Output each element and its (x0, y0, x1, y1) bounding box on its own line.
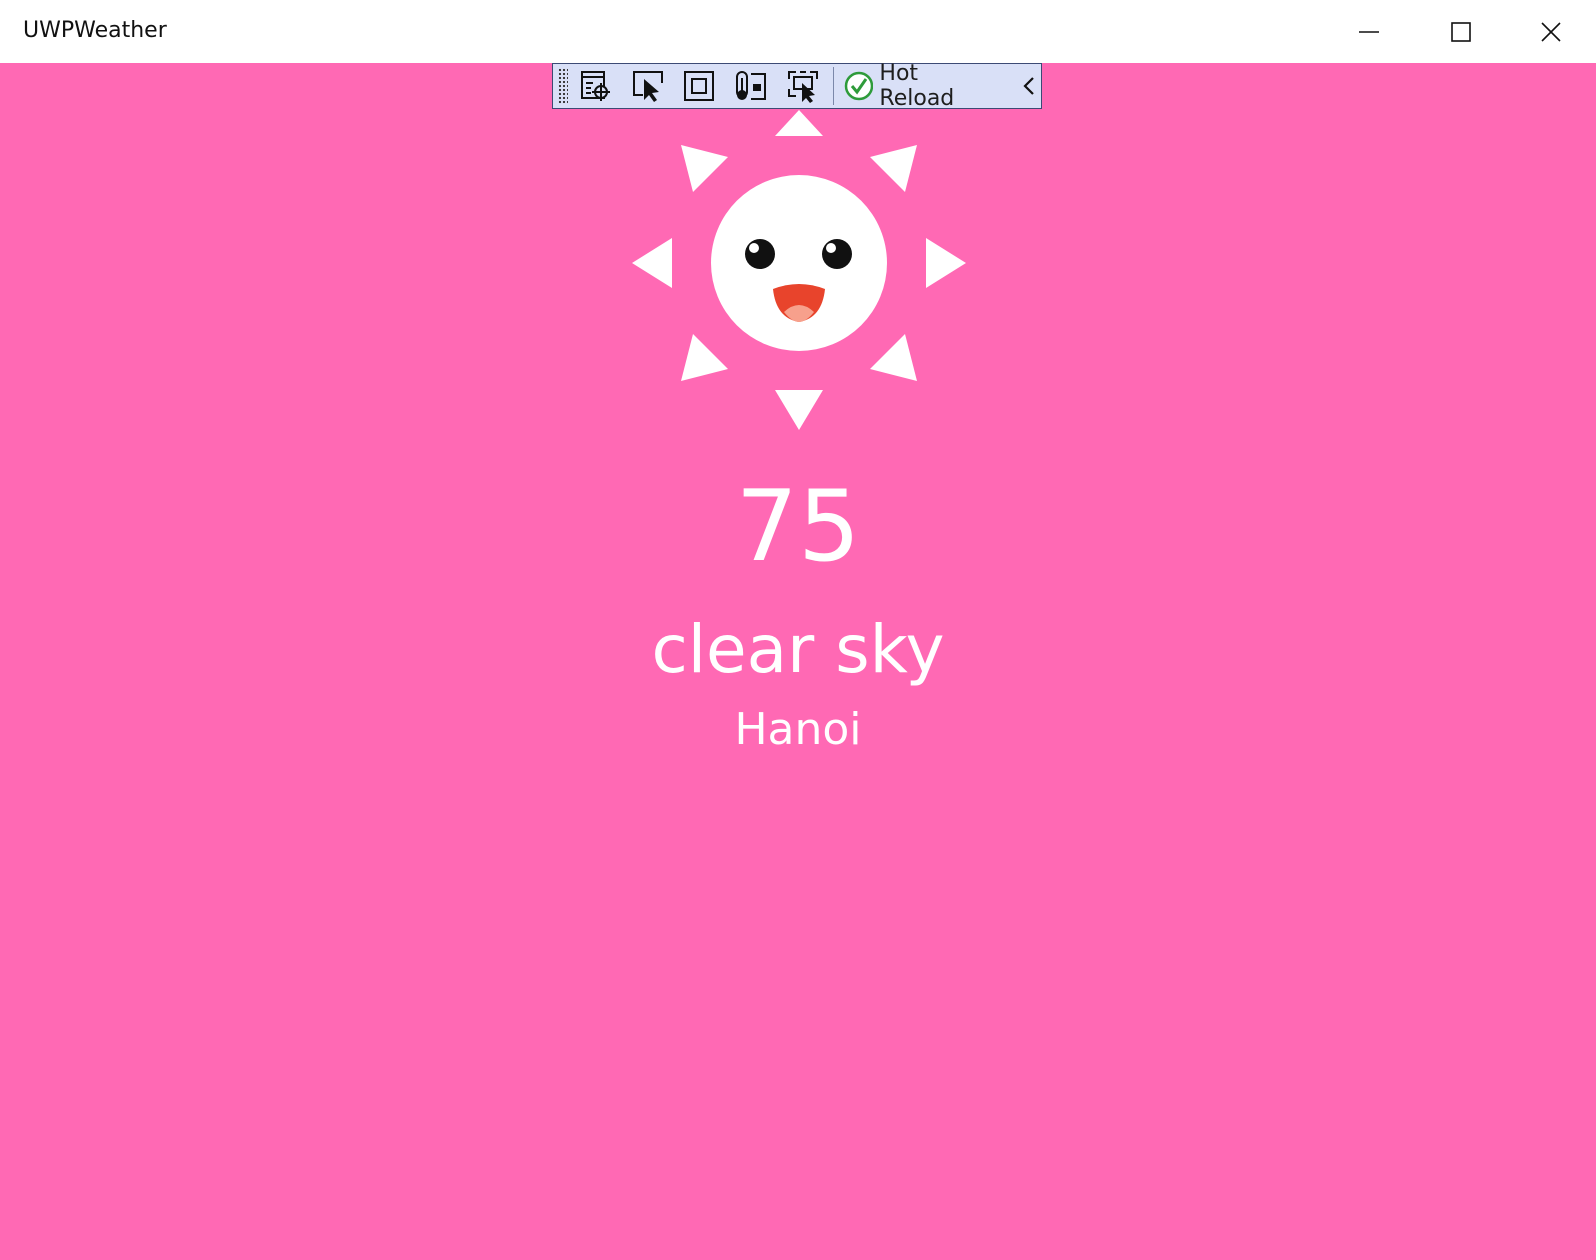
preview-selection-icon (787, 71, 818, 103)
checkmark-icon (844, 71, 873, 101)
sun-ray-right (926, 238, 966, 288)
sun-ray-bottom-left (681, 334, 728, 381)
sun-ray-top (775, 110, 823, 136)
xaml-debug-toolbar: Hot Reload (552, 61, 1042, 111)
hot-reload-button[interactable]: Hot Reload (844, 61, 1000, 111)
hot-reload-label: Hot Reload (879, 61, 955, 111)
track-focused-element-button[interactable] (729, 66, 773, 106)
display-layout-adorners-icon (684, 71, 715, 101)
right-eye (822, 239, 852, 269)
left-eye (745, 239, 775, 269)
track-focused-element-icon (736, 71, 766, 100)
weather-description: clear sky (651, 611, 945, 688)
select-element-button[interactable] (626, 66, 670, 106)
sun-ray-bottom (775, 390, 823, 430)
temperature-value: 75 (735, 470, 861, 584)
chevron-left-icon (1023, 77, 1034, 95)
live-visual-tree-icon (580, 71, 610, 101)
city-name: Hanoi (734, 704, 862, 755)
select-element-icon (632, 71, 663, 102)
sun-ray-top-right (870, 145, 917, 192)
preview-selection-button[interactable] (781, 66, 825, 106)
toolbar-separator (832, 67, 834, 105)
sun-ray-bottom-right (870, 334, 917, 381)
sun-ray-top-left (681, 145, 728, 192)
toolbar-grip-handle[interactable] (558, 68, 568, 104)
sun-face (711, 175, 887, 351)
sun-ray-left (632, 238, 672, 288)
collapse-toolbar-button[interactable] (1017, 66, 1041, 106)
display-layout-adorners-button[interactable] (677, 66, 721, 106)
live-visual-tree-button[interactable] (574, 66, 618, 106)
